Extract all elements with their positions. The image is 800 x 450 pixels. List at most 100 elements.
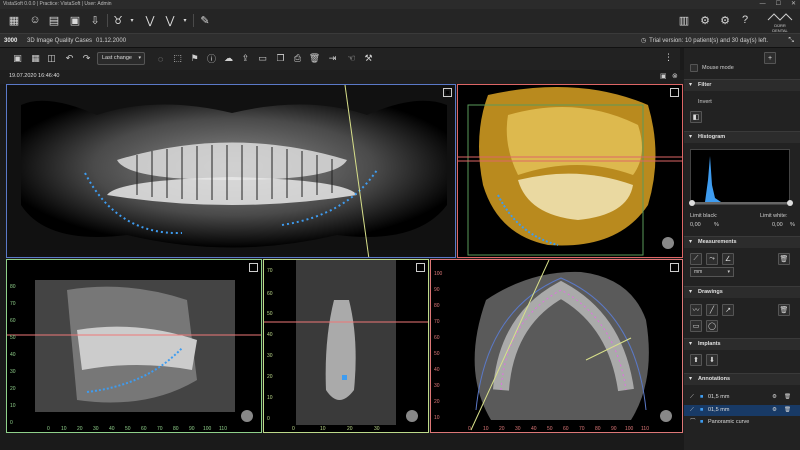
gear-icon[interactable]: ⚙	[772, 392, 777, 403]
annotations-section-header[interactable]: Annotations	[684, 373, 800, 385]
axis-tick-label: 40	[10, 352, 16, 358]
cloud-icon[interactable]: ☁	[222, 52, 235, 65]
axis-tick-label: 70	[267, 268, 273, 274]
panoramic-view[interactable]	[6, 84, 456, 258]
axis-tick-label: 90	[189, 426, 195, 432]
folder-icon[interactable]: ▭	[256, 52, 269, 65]
collapse-icon[interactable]: ⤡	[788, 34, 794, 48]
limit-white-value[interactable]: 0,00	[772, 222, 783, 228]
implant-tool-icon[interactable]: ⚒	[362, 52, 375, 65]
maximize-view-icon[interactable]	[670, 263, 679, 272]
freehand-icon[interactable]: 〰	[690, 304, 702, 316]
arrow-icon[interactable]: ↗	[722, 304, 734, 316]
monitor-grid-icon[interactable]: ▦	[6, 12, 22, 28]
copy-icon[interactable]: ❐	[274, 52, 287, 65]
image-info-icon[interactable]: ▣	[660, 70, 667, 83]
angle-icon[interactable]: ∠	[722, 253, 734, 265]
history-dropdown[interactable]: Last change ▾	[97, 52, 145, 65]
maximize-view-icon[interactable]	[249, 263, 258, 272]
maximize-view-icon[interactable]	[443, 88, 452, 97]
delete-measurements-icon[interactable]: 🗑	[778, 253, 790, 265]
limit-black-handle[interactable]	[689, 200, 695, 206]
axis-tick-label: 10	[434, 415, 440, 421]
export-icon[interactable]: ⇥	[326, 52, 339, 65]
window-title: VistaSoft 0.0.0 | Practice: VistaSoft | …	[3, 1, 112, 7]
layout-split-icon[interactable]: ◫	[45, 52, 58, 65]
annotation-item-selected[interactable]: ⟋ ■ 01,5 mm ⚙ 🗑	[684, 405, 800, 416]
histogram-section-header[interactable]: Histogram	[684, 131, 800, 143]
maximize-button[interactable]: ☐	[776, 0, 781, 9]
axis-tick-label: 50	[267, 311, 273, 317]
help-icon[interactable]: ?	[737, 12, 753, 28]
curve-dropdown-icon[interactable]: ▾	[177, 12, 193, 28]
more-options-icon[interactable]: ⋮	[664, 52, 673, 63]
layout-grid-icon[interactable]: ▦	[29, 52, 42, 65]
device-settings-icon[interactable]: ⚙	[697, 12, 713, 28]
implants-section-header[interactable]: Implants	[684, 338, 800, 350]
hand-icon[interactable]: ☜	[345, 52, 358, 65]
delete-icon[interactable]: 🗑	[784, 392, 791, 403]
cross-section-view[interactable]: 70 60 50 40 30 20 10 0 0 10 20 30	[263, 259, 429, 433]
line-icon[interactable]: ╱	[706, 304, 718, 316]
limit-white-handle[interactable]	[787, 200, 793, 206]
implant-icon[interactable]: ⬆	[690, 354, 702, 366]
close-window-button[interactable]: ✕	[791, 0, 796, 9]
filter-section-header[interactable]: Filter	[684, 79, 800, 91]
axis-tick-label: 70	[579, 426, 585, 432]
volume-3d-view[interactable]	[457, 84, 683, 258]
print-icon[interactable]: ⎙	[291, 52, 304, 65]
sagittal-view[interactable]: 80 70 60 50 40 30 20 10 0 0 10 20 30 40 …	[6, 259, 262, 433]
delete-icon[interactable]: 🗑	[784, 405, 791, 416]
undo-icon[interactable]: ↶	[63, 52, 76, 65]
report-icon[interactable]: ▥	[676, 12, 692, 28]
axial-view[interactable]: 100 90 80 70 60 50 40 30 20 10 0 10 20 3…	[430, 259, 683, 433]
lasso-icon[interactable]: ◌	[154, 52, 167, 65]
axis-tick-label: 40	[531, 426, 537, 432]
settings-gear-icon[interactable]: ⚙	[717, 12, 733, 28]
save-icon[interactable]: ▣	[67, 12, 83, 28]
axis-tick-label: 60	[10, 318, 16, 324]
axis-tick-label: 20	[10, 386, 16, 392]
tooth-dropdown-icon[interactable]: ▾	[124, 12, 140, 28]
import-icon[interactable]: ⇩	[87, 12, 103, 28]
pen-icon[interactable]: ✎	[197, 12, 213, 28]
patient-card-icon[interactable]: ▤	[46, 12, 62, 28]
invert-icon[interactable]: ◧	[690, 111, 702, 123]
color-swatch: ■	[700, 394, 704, 400]
delete-drawings-icon[interactable]: 🗑	[778, 304, 790, 316]
patients-icon[interactable]: ☺	[27, 12, 43, 28]
layout-icon[interactable]: ▣	[11, 52, 24, 65]
chevron-down-icon: ▾	[727, 269, 730, 275]
crop-icon[interactable]: ⬚	[171, 52, 184, 65]
measure-icon: ⟋	[690, 407, 694, 413]
histogram-range-slider[interactable]	[692, 202, 790, 204]
curve-v-icon[interactable]: ⋁	[142, 12, 158, 28]
share-icon[interactable]: ⇪	[239, 52, 252, 65]
minimize-button[interactable]: —	[760, 0, 766, 9]
add-button[interactable]: +	[764, 52, 776, 64]
rectangle-icon[interactable]: ▭	[690, 320, 702, 332]
axis-tick-label: 70	[434, 319, 440, 325]
maximize-view-icon[interactable]	[416, 263, 425, 272]
abutment-icon[interactable]: ⬇	[706, 354, 718, 366]
limit-black-value[interactable]: 0,00	[690, 222, 701, 228]
ellipse-icon[interactable]: ◯	[706, 320, 718, 332]
annotation-item[interactable]: ⟋ ■ 01,5 mm ⚙ 🗑	[684, 392, 800, 403]
close-image-icon[interactable]: ⊗	[672, 70, 678, 83]
redo-icon[interactable]: ↷	[80, 52, 93, 65]
unit-select[interactable]: mm ▾	[690, 267, 734, 277]
maximize-view-icon[interactable]	[670, 88, 679, 97]
gear-icon[interactable]: ⚙	[772, 405, 777, 416]
measurements-section-header[interactable]: Measurements	[684, 236, 800, 248]
delete-icon[interactable]: 🗑	[308, 52, 321, 65]
bookmark-icon[interactable]: ⚑	[188, 52, 201, 65]
mouse-mode-checkbox[interactable]	[690, 64, 698, 72]
polyline-icon[interactable]: ⤳	[706, 253, 718, 265]
info-icon[interactable]: ⓘ	[205, 52, 218, 65]
drawings-section-header[interactable]: Drawings	[684, 286, 800, 298]
curve-v2-icon[interactable]: ⋁	[162, 12, 178, 28]
toolbar-divider	[107, 14, 108, 27]
annotation-item[interactable]: ⌒ ■ Panoramic curve	[684, 417, 800, 428]
ruler-icon[interactable]: ⟋	[690, 253, 702, 265]
histogram-chart[interactable]	[690, 149, 791, 205]
